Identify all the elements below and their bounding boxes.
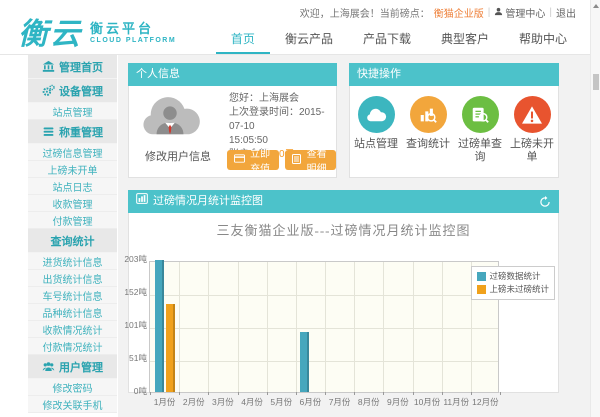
quick-action-query-stats[interactable]: 查询统计 [402,86,454,177]
list-detail-icon [292,154,301,167]
sidebar-item-inbound-stats[interactable]: 进货统计信息 [28,253,117,270]
sidebar-item-site-logs[interactable]: 站点日志 [28,178,117,195]
user-icon [494,7,503,19]
utility-bar: 欢迎，上海展会！当前磅点： 衡猫企业版 | 管理中心 | 退出 [300,5,576,20]
chart-title: 三友衡猫企业版---过磅情况月统计监控图 [129,213,558,239]
sidebar-item-weighing-mgmt[interactable]: 称重管理 [28,120,117,144]
gears-icon [42,84,55,97]
scrollbar-thumb[interactable] [593,74,599,90]
current-scale-account-link[interactable]: 衡猫企业版 [434,5,484,20]
welcome-text: 欢迎，上海展会！当前磅点： [300,5,430,20]
sidebar-item-device-mgmt[interactable]: 设备管理 [28,79,117,103]
nav-home[interactable]: 首页 [216,27,270,54]
nav-products[interactable]: 衡云产品 [270,27,348,54]
quick-action-weighed-not-billed[interactable]: 上磅未开单 [506,86,558,177]
quick-actions-panel: 快捷操作 站点管理 查询统计 过磅单查询 上磅未开单 [349,63,559,178]
sidebar-item-vehicle-stats[interactable]: 车号统计信息 [28,287,117,304]
legend-swatch-orange [477,285,486,294]
top-header: 衡云 衡云平台 CLOUD PLATFORM 欢迎，上海展会！当前磅点： 衡猫企… [0,0,590,55]
legend-item-weighed-data: 过磅数据统计 [477,270,549,283]
sidebar-item-receipts-mgmt[interactable]: 收款管理 [28,195,117,212]
sidebar-item-weighed-not-billed[interactable]: 上磅未开单 [28,161,117,178]
sidebar-item-payments-mgmt[interactable]: 付款管理 [28,212,117,229]
quick-actions-header: 快捷操作 [349,63,559,86]
sidebar-item-label: 设备管理 [59,83,103,99]
admin-center-link[interactable]: 管理中心 [494,5,545,20]
stats-search-icon [410,96,447,133]
scroll-up-arrow-icon[interactable] [591,1,600,11]
profile-panel: 个人信息 修改用户信息 您好：上海展会 上次登录时间：2015-07-10 15… [128,63,337,178]
chart-panel-title: 过磅情况月统计监控图 [153,190,263,213]
cloud-icon [358,96,395,133]
last-login-line1: 上次登录时间：2015-07-10 [229,106,336,134]
refresh-icon[interactable] [539,196,551,208]
separator: | [549,7,552,18]
warning-icon [514,96,551,133]
logo-text: 衡云 [18,9,82,53]
sidebar-item-change-linked-phone[interactable]: 修改关联手机 [28,396,117,413]
credit-card-icon [234,154,245,166]
recharge-button[interactable]: 立即充值 [227,150,279,170]
sidebar-item-payment-status-stats[interactable]: 付款情况统计 [28,338,117,355]
users-icon [42,360,55,373]
legend-item-not-weighed: 上磅未过磅统计 [477,283,549,296]
quick-action-site-mgmt[interactable]: 站点管理 [350,86,402,177]
sidebar-item-change-password[interactable]: 修改密码 [28,379,117,396]
separator: | [488,7,491,18]
weighing-list-icon [42,125,55,138]
nav-help[interactable]: 帮助中心 [504,27,582,54]
logo-platform-name: 衡云平台 [90,18,176,37]
sidebar-item-user-mgmt[interactable]: 用户管理 [28,355,117,379]
bank-icon [42,60,55,73]
legend-swatch-teal [477,272,486,281]
sidebar-item-label: 管理首页 [59,59,103,75]
chart-legend: 过磅数据统计 上磅未过磅统计 [471,266,555,300]
nav-customers[interactable]: 典型客户 [426,27,504,54]
bar-chart-icon [136,190,148,213]
edit-user-info-link[interactable]: 修改用户信息 [135,148,221,164]
sidebar-item-query-stats[interactable]: 查询统计 [28,229,117,253]
quick-action-weighing-ticket-query[interactable]: 过磅单查询 [454,86,506,177]
sidebar-item-label: 称重管理 [59,124,103,140]
logo[interactable]: 衡云 衡云平台 CLOUD PLATFORM [18,9,176,53]
sidebar-item-outbound-stats[interactable]: 出货统计信息 [28,270,117,287]
chart-panel: 过磅情况月统计监控图 三友衡猫企业版---过磅情况月统计监控图 0吨51吨101… [128,190,559,393]
doc-search-icon [462,96,499,133]
sidebar-item-label: 用户管理 [59,359,103,375]
sidebar: 管理首页 设备管理 站点管理 称重管理 过磅信息管理 上磅未开单 站点日志 收款… [28,55,117,413]
sidebar-item-weighing-info-mgmt[interactable]: 过磅信息管理 [28,144,117,161]
nav-downloads[interactable]: 产品下载 [348,27,426,54]
sidebar-item-receipt-status-stats[interactable]: 收款情况统计 [28,321,117,338]
logout-link[interactable]: 退出 [556,5,576,20]
page-scrollbar[interactable] [590,0,600,417]
main-nav: 首页 衡云产品 产品下载 典型客户 帮助中心 [216,27,582,54]
user-avatar [139,92,201,142]
sidebar-item-variety-stats[interactable]: 品种统计信息 [28,304,117,321]
sidebar-item-site-mgmt[interactable]: 站点管理 [28,103,117,120]
greeting-text: 您好：上海展会 [229,92,336,106]
plot-area: 0吨51吨101吨152吨203吨1月份2月份3月份4月份5月份6月份7月份8月… [149,261,499,393]
logo-platform-subtitle: CLOUD PLATFORM [90,37,176,44]
sidebar-item-admin-home[interactable]: 管理首页 [28,55,117,79]
profile-panel-header: 个人信息 [128,63,337,86]
view-details-button[interactable]: 查看明细 [285,150,336,170]
